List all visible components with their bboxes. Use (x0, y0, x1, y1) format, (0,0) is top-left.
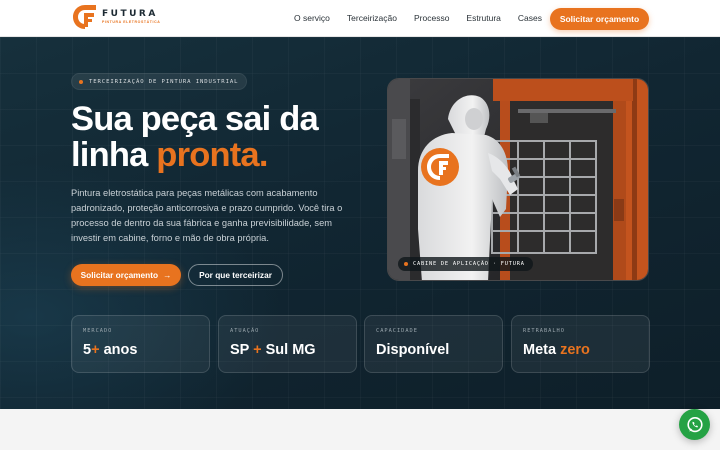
stat-value-accent: + (91, 342, 100, 358)
site-header: FUTURA PINTURA ELETROSTÁTICA O serviço T… (0, 0, 720, 37)
hero-photo: CABINE DE APLICAÇÃO · FUTURA (387, 78, 649, 281)
stat-value: Meta zero (523, 342, 590, 358)
nav-item-terceirizacao[interactable]: Terceirização (347, 13, 397, 23)
stat-card-capacidade: CAPACIDADE Disponível (364, 315, 503, 373)
stat-value-accent: + (253, 342, 262, 358)
stat-label: ATUAÇÃO (230, 328, 260, 334)
hero-title-line1: Sua peça sai da (71, 100, 319, 138)
hero-description: Pintura eletrostática para peças metálic… (71, 188, 343, 243)
hero-badge: TERCEIRIZAÇÃO DE PINTURA INDUSTRIAL (71, 73, 248, 90)
brand-logo[interactable]: FUTURA PINTURA ELETROSTÁTICA (72, 4, 160, 30)
hero-quote-button[interactable]: Solicitar orçamento → (71, 264, 181, 286)
hero-title-accent: pronta. (156, 136, 268, 174)
hero-section: TERCEIRIZAÇÃO DE PINTURA INDUSTRIAL Sua … (0, 37, 720, 409)
nav-item-estrutura[interactable]: Estrutura (466, 13, 501, 23)
nav-item-servico[interactable]: O serviço (294, 13, 330, 23)
brand-tagline: PINTURA ELETROSTÁTICA (102, 19, 161, 24)
stat-value: 5+ anos (83, 342, 137, 358)
stat-value-part: SP (230, 342, 254, 358)
stat-card-mercado: MERCADO 5+ anos (71, 315, 210, 373)
hero-title-line2: linha (71, 136, 157, 174)
photo-caption-text: CABINE DE APLICAÇÃO · FUTURA (413, 261, 525, 267)
stat-value-part: Disponível (376, 342, 450, 358)
arrow-right-icon: → (163, 270, 172, 280)
stat-card-retrabalho: RETRABALHO Meta zero (511, 315, 650, 373)
whatsapp-icon (686, 416, 703, 432)
stat-label: CAPACIDADE (376, 328, 418, 334)
brand-name: FUTURA (102, 8, 158, 19)
whatsapp-button[interactable] (679, 409, 710, 440)
why-outsource-button[interactable]: Por que terceirizar (188, 264, 283, 286)
nav-item-processo[interactable]: Processo (414, 13, 449, 23)
futura-logo-icon (73, 5, 96, 29)
stat-value: Disponível (376, 342, 449, 358)
hero-quote-button-label: Solicitar orçamento (80, 270, 159, 280)
header-quote-button[interactable]: Solicitar orçamento (550, 8, 649, 30)
stat-value-part: anos (99, 342, 138, 358)
stat-label: RETRABALHO (523, 328, 565, 334)
paint-booth-illustration (388, 79, 648, 280)
photo-caption: CABINE DE APLICAÇÃO · FUTURA (398, 257, 533, 271)
caption-dot-icon (404, 262, 408, 266)
stat-value-accent: zero (560, 342, 590, 358)
stat-label: MERCADO (83, 328, 113, 334)
stat-card-atuacao: ATUAÇÃO SP + Sul MG (218, 315, 357, 373)
nav-item-cases[interactable]: Cases (518, 13, 542, 23)
stat-value-part: Sul MG (261, 342, 316, 358)
main-nav: O serviço Terceirização Processo Estrutu… (294, 13, 559, 23)
stat-value-part: 5 (83, 342, 92, 358)
hero-title: Sua peça sai da linha pronta. (71, 100, 319, 174)
hero-badge-text: TERCEIRIZAÇÃO DE PINTURA INDUSTRIAL (89, 78, 239, 85)
stat-value: SP + Sul MG (230, 342, 316, 358)
badge-dot-icon (79, 79, 83, 84)
stat-value-part: Meta (523, 342, 561, 358)
